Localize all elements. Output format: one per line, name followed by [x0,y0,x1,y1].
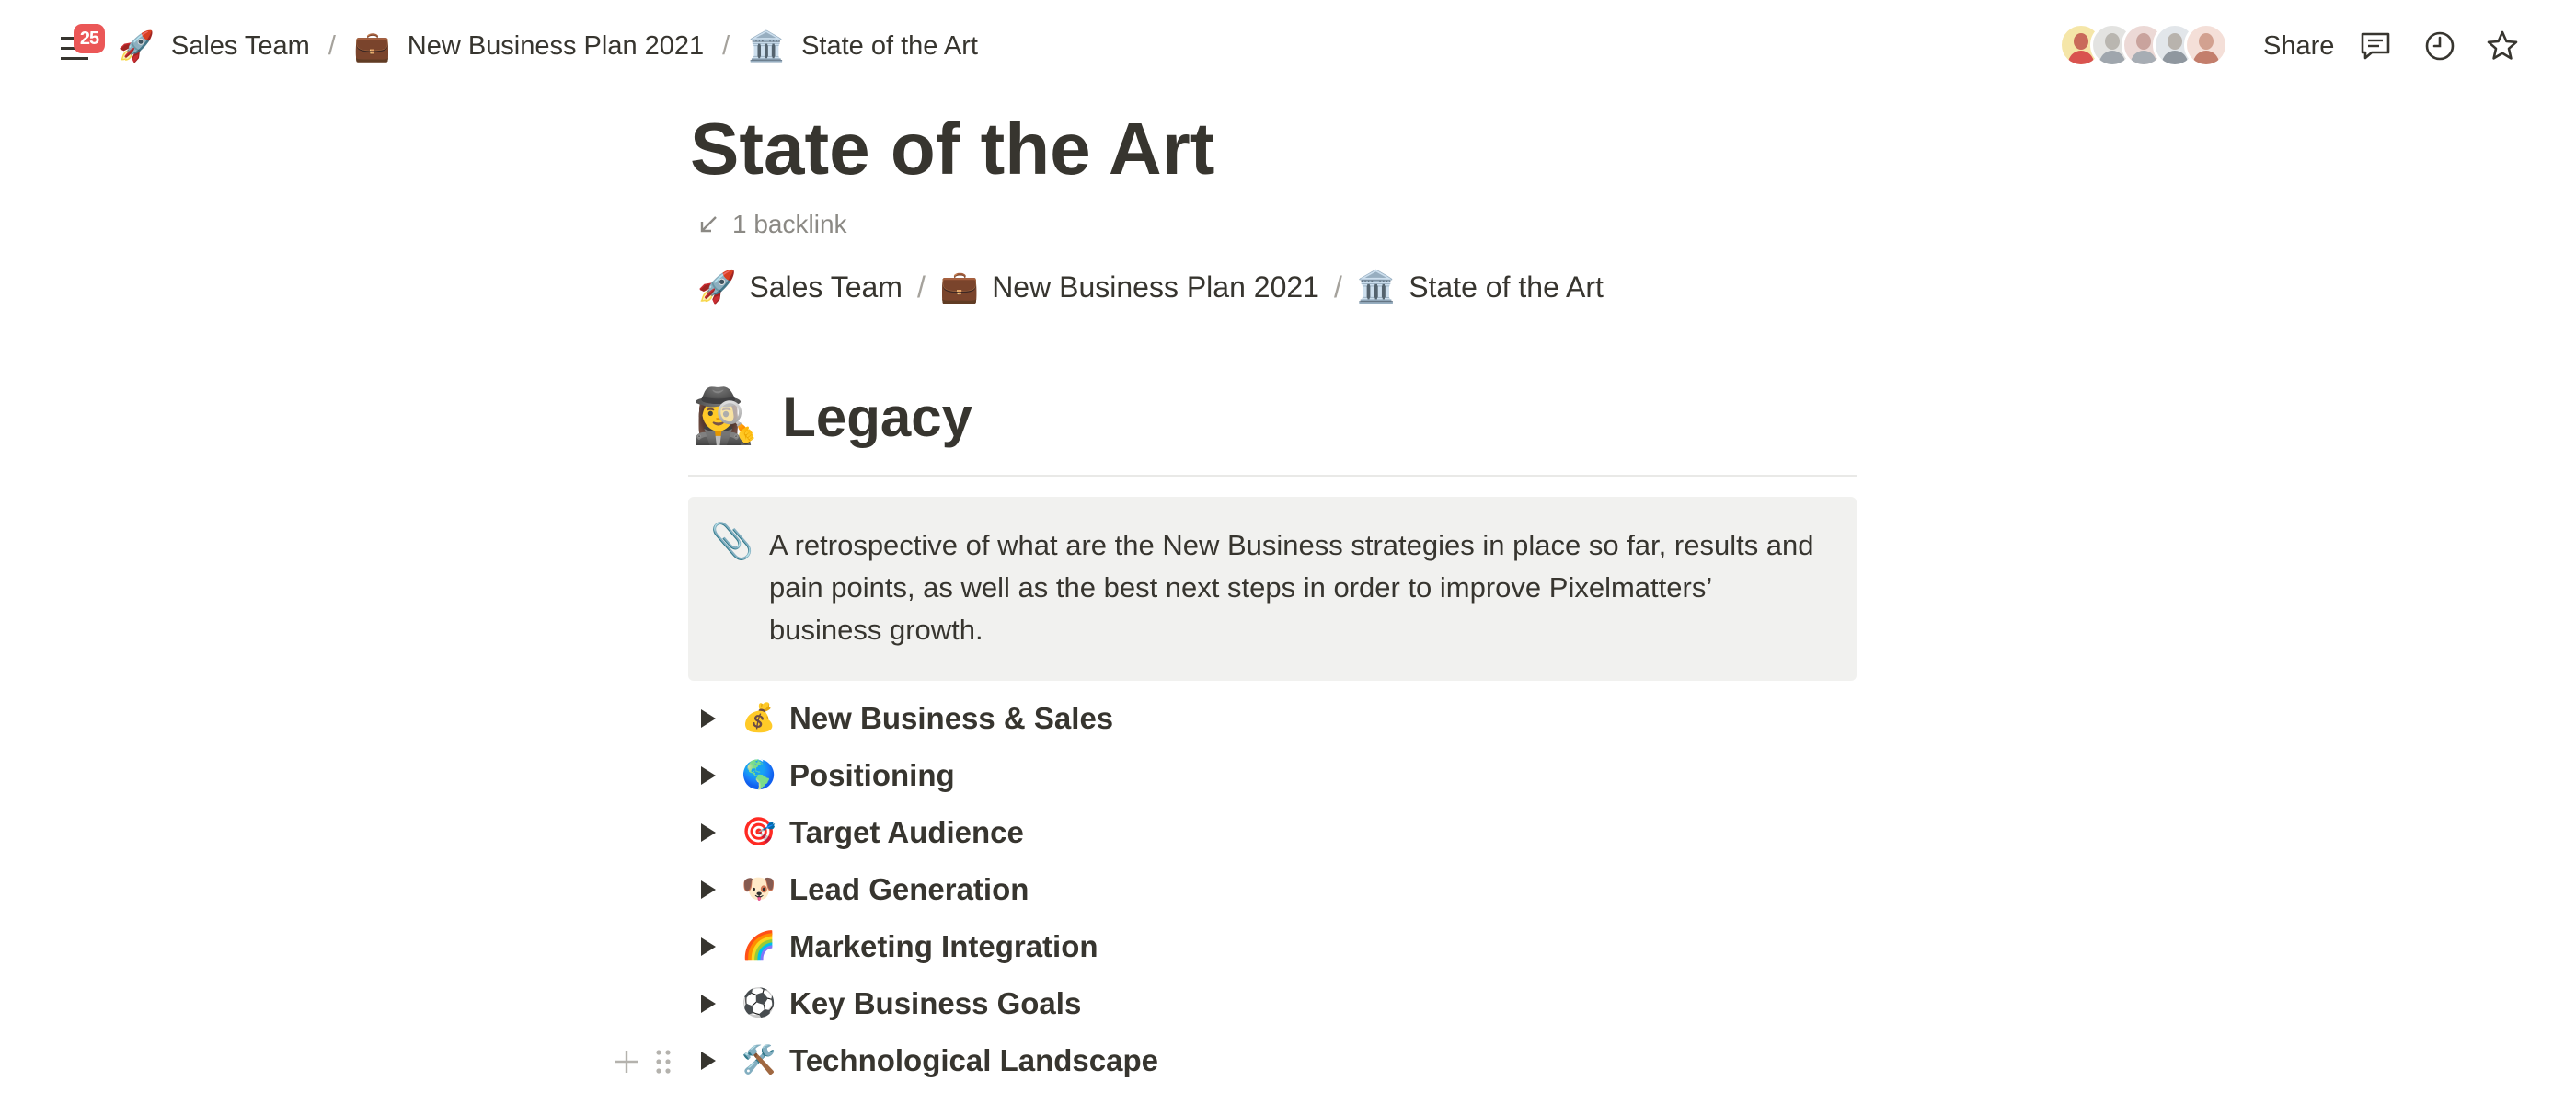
target-icon: 🎯 [742,817,776,847]
money-bag-icon: 💰 [742,703,776,733]
breadcrumb-label: Sales Team [749,270,903,304]
classical-building-icon: 🏛️ [1356,270,1397,305]
top-bar: 25 🚀 Sales Team / 💼 New Business Plan 20… [0,0,2576,92]
comments-button[interactable] [2357,28,2394,64]
callout-text[interactable]: A retrospective of what are the New Busi… [769,524,1827,651]
breadcrumb-separator: / [328,30,336,61]
toggle-positioning[interactable]: 🌎 Positioning [699,747,1858,804]
toggle-label: Technological Landscape [789,1043,1158,1077]
tools-icon: 🛠️ [742,1045,776,1075]
paperclip-icon[interactable]: 📎 [710,524,753,559]
arrow-down-left-icon [700,216,717,233]
callout-block[interactable]: 📎 A retrospective of what are the New Bu… [688,497,1857,681]
breadcrumb-label: State of the Art [801,30,978,61]
toggle-label: Target Audience [789,815,1024,849]
favorite-button[interactable] [2484,28,2521,64]
breadcrumb-label: State of the Art [1409,270,1604,304]
inline-breadcrumb: 🚀 Sales Team / 💼 New Business Plan 2021 … [697,263,1604,311]
triangle-right-icon[interactable] [699,937,727,957]
inline-breadcrumb-state-of-the-art[interactable]: 🏛️ State of the Art [1357,270,1604,305]
breadcrumb-separator: / [916,270,926,304]
toggle-new-business-sales[interactable]: 💰 New Business & Sales [699,690,1858,747]
breadcrumb-separator: / [722,30,730,61]
inline-breadcrumb-new-business-plan[interactable]: 💼 New Business Plan 2021 [940,270,1319,305]
breadcrumb-item-state-of-the-art[interactable]: 🏛️ State of the Art [748,31,978,62]
breadcrumb-separator: / [1333,270,1342,304]
breadcrumb-label: New Business Plan 2021 [992,270,1319,304]
toggle-key-business-goals[interactable]: ⚽ Key Business Goals [699,975,1858,1032]
triangle-right-icon[interactable] [699,822,727,843]
globe-icon: 🌎 [742,760,776,790]
inline-breadcrumb-sales-team[interactable]: 🚀 Sales Team [697,270,903,305]
toggle-lead-generation[interactable]: 🐶 Lead Generation [699,861,1858,918]
briefcase-icon: 💼 [353,29,391,63]
rocket-icon: 🚀 [697,270,737,305]
breadcrumb: 🚀 Sales Team / 💼 New Business Plan 2021 … [118,24,978,68]
classical-building-icon: 🏛️ [748,29,786,63]
toggle-label: Marketing Integration [789,929,1098,963]
toggle-target-audience[interactable]: 🎯 Target Audience [699,804,1858,861]
rocket-icon: 🚀 [118,29,155,63]
breadcrumb-label: Sales Team [170,30,310,61]
triangle-right-icon[interactable] [699,708,727,729]
toggle-label: Lead Generation [789,872,1029,906]
detective-icon: 🕵️‍♀️ [692,386,759,446]
rainbow-icon: 🌈 [742,931,776,961]
drag-handle-icon[interactable] [653,1048,673,1075]
section-heading-label: Legacy [782,385,972,448]
breadcrumb-label: New Business Plan 2021 [407,30,705,61]
soccer-ball-icon: ⚽ [742,988,776,1018]
triangle-right-icon[interactable] [699,765,727,786]
breadcrumb-item-new-business-plan[interactable]: 💼 New Business Plan 2021 [354,31,704,62]
breadcrumb-item-sales-team[interactable]: 🚀 Sales Team [118,31,310,62]
comments-icon [2361,32,2390,60]
briefcase-icon: 💼 [939,270,980,305]
history-button[interactable] [2421,28,2458,64]
block-handles [613,1041,673,1082]
notification-badge: 25 [74,24,105,53]
section-heading-legacy[interactable]: 🕵️‍♀️ Legacy [692,375,972,458]
toggle-marketing-integration[interactable]: 🌈 Marketing Integration [699,918,1858,975]
triangle-right-icon[interactable] [699,1051,727,1071]
dog-icon: 🐶 [742,874,776,904]
toggle-technological-landscape[interactable]: 🛠️ Technological Landscape [699,1032,1858,1089]
page-title[interactable]: State of the Art [690,103,1214,195]
toggle-list: 💰 New Business & Sales 🌎 Positioning 🎯 T… [699,690,1858,1089]
toggle-label: Positioning [789,758,955,792]
collaborator-avatars[interactable] [2059,23,2228,69]
plus-icon[interactable] [613,1048,640,1075]
share-button[interactable]: Share [2263,24,2334,68]
avatar[interactable] [2184,23,2228,67]
toggle-label: Key Business Goals [789,986,1082,1020]
triangle-right-icon[interactable] [699,880,727,900]
triangle-right-icon[interactable] [699,994,727,1014]
toggle-label: New Business & Sales [789,701,1114,735]
history-icon [2425,31,2455,61]
backlink-button[interactable]: 1 backlink [697,204,847,245]
divider [688,475,1857,477]
star-icon [2487,30,2518,60]
backlink-label: 1 backlink [732,210,847,238]
